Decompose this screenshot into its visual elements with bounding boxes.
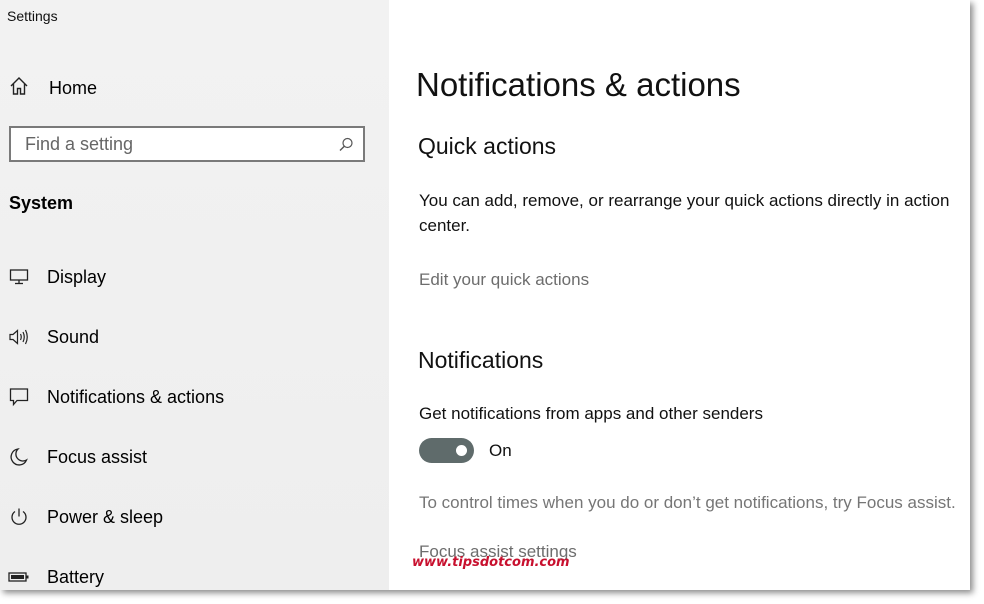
sidebar-item-label: Power & sleep (47, 506, 164, 527)
sidebar: Settings Home System Display Sound (0, 0, 389, 590)
speaker-icon (8, 326, 30, 348)
battery-icon (8, 566, 30, 588)
toggle-knob (456, 445, 467, 456)
edit-quick-actions-link[interactable]: Edit your quick actions (419, 270, 589, 290)
sidebar-item-home[interactable]: Home (8, 74, 368, 102)
chat-bubble-icon (8, 386, 30, 408)
sidebar-item-battery[interactable]: Battery (8, 562, 378, 590)
sidebar-item-label: Notifications & actions (47, 386, 225, 407)
notifications-toggle[interactable] (419, 438, 474, 463)
page-title: Notifications & actions (416, 66, 741, 103)
sidebar-item-label: Display (47, 266, 107, 287)
sidebar-item-notifications[interactable]: Notifications & actions (8, 382, 378, 412)
notifications-toggle-row: On (419, 438, 512, 463)
sidebar-item-display[interactable]: Display (8, 262, 378, 292)
app-title: Settings (7, 8, 58, 24)
sidebar-item-label: Home (49, 77, 98, 98)
focus-assist-hint: To control times when you do or don’t ge… (419, 493, 956, 512)
notifications-heading: Notifications (418, 347, 544, 373)
power-icon (8, 506, 30, 528)
notifications-toggle-label: Get notifications from apps and other se… (419, 404, 763, 423)
home-icon (8, 75, 30, 102)
sidebar-item-label: Battery (47, 566, 105, 587)
search-input[interactable] (11, 132, 327, 156)
main-content: Notifications & actions Quick actions Yo… (389, 0, 970, 590)
search-icon[interactable] (337, 136, 355, 159)
sidebar-item-sound[interactable]: Sound (8, 322, 378, 352)
section-label: System (9, 193, 74, 213)
settings-window: Settings Home System Display Sound (0, 0, 970, 590)
sidebar-item-focus-assist[interactable]: Focus assist (8, 442, 378, 472)
quick-actions-description: You can add, remove, or rearrange your q… (419, 191, 950, 235)
sidebar-item-power-sleep[interactable]: Power & sleep (8, 502, 378, 532)
quick-actions-heading: Quick actions (418, 133, 557, 159)
toggle-state-label: On (489, 440, 512, 460)
sidebar-item-label: Focus assist (47, 446, 148, 467)
watermark: www.tipsdotcom.com (412, 555, 570, 570)
sidebar-item-label: Sound (47, 326, 100, 347)
display-icon (8, 266, 30, 288)
moon-icon (8, 446, 30, 468)
search-box[interactable] (9, 126, 365, 162)
